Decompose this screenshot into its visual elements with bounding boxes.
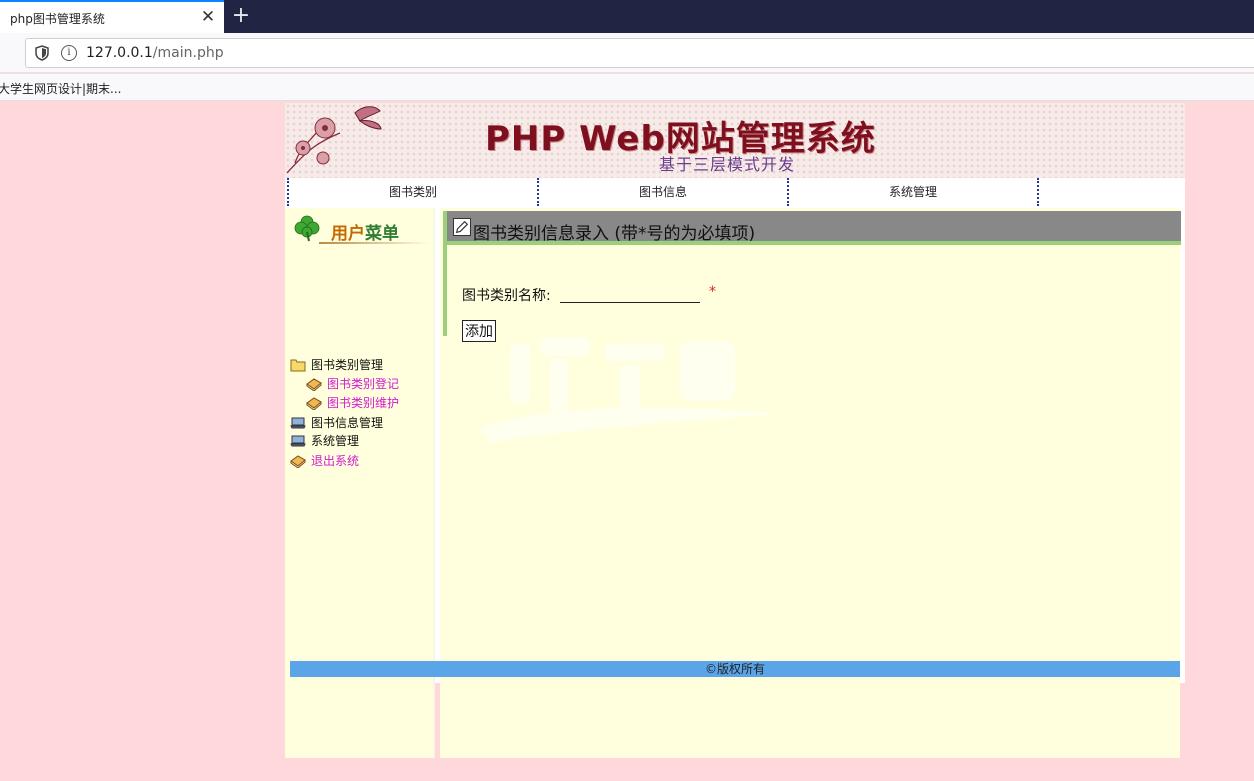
browser-tab[interactable]: php图书管理系统 ✕ <box>0 0 224 33</box>
required-mark: * <box>709 284 716 300</box>
form-title: 图书类别信息录入 (带*号的为必填项) <box>473 224 756 244</box>
nav-item-book-category[interactable]: 图书类别 <box>287 178 537 206</box>
sidebar-item-label: 图书信息管理 <box>311 416 384 430</box>
menu-underline <box>319 242 429 244</box>
sidebar-item-label: 系统管理 <box>311 434 360 448</box>
sidebar-item-label: 图书类别登记 <box>327 377 400 391</box>
computer-icon <box>290 435 306 447</box>
nav-item-system-management[interactable]: 系统管理 <box>787 178 1037 206</box>
book-icon <box>306 378 322 391</box>
category-name-label: 图书类别名称: <box>462 288 551 304</box>
info-icon[interactable]: i <box>61 45 77 61</box>
url-path: /main.php <box>152 45 224 61</box>
browser-tab-bar: php图书管理系统 ✕ + <box>0 0 1254 33</box>
nav-divider <box>1037 178 1039 206</box>
edit-icon <box>453 218 471 236</box>
book-icon <box>290 455 306 468</box>
sidebar-item-label: 图书类别管理 <box>311 358 384 372</box>
folder-icon <box>290 359 306 372</box>
url-text[interactable]: 127.0.0.1/main.php <box>86 45 224 61</box>
footer: ©版权所有 <box>290 661 1180 677</box>
shield-icon <box>35 45 49 61</box>
top-navigation: 图书类别 图书信息 系统管理 <box>285 178 1185 206</box>
bookmark-item[interactable]: 大学生网页设计|期末... <box>0 80 122 97</box>
close-icon[interactable]: ✕ <box>198 6 218 28</box>
sidebar-item-label: 图书类别维护 <box>327 396 400 410</box>
tab-title: php图书管理系统 <box>10 12 105 26</box>
menu-title-part2: 菜单 <box>365 224 399 244</box>
page-container: PHP Web网站管理系统 基于三层模式开发 图书类别 图书信息 系统管理 用户… <box>285 103 1185 758</box>
form-header: 图书类别信息录入 (带*号的为必填项) <box>447 211 1181 245</box>
clover-icon <box>294 215 320 242</box>
browser-navigation-bar: i 127.0.0.1/main.php <box>0 33 1254 73</box>
menu-title-part1: 用户 <box>331 224 365 244</box>
sidebar-item-label: 退出系统 <box>311 454 360 468</box>
category-name-input[interactable] <box>560 283 700 303</box>
form-panel: 图书类别信息录入 (带*号的为必填项) 图书类别名称: * 添加 <box>443 211 1181 342</box>
bookmarks-bar: 大学生网页设计|期末... <box>0 74 1254 101</box>
new-tab-icon[interactable]: + <box>230 3 252 29</box>
book-icon <box>306 397 322 410</box>
site-banner: PHP Web网站管理系统 基于三层模式开发 <box>285 103 1185 178</box>
menu-title: 用户菜单 <box>331 219 399 244</box>
watermark-logo <box>480 338 770 443</box>
address-bar[interactable]: i 127.0.0.1/main.php <box>25 38 1254 68</box>
banner-subtitle: 基于三层模式开发 <box>659 155 796 174</box>
nav-item-book-info[interactable]: 图书信息 <box>537 178 787 206</box>
url-host: 127.0.0.1 <box>86 45 153 61</box>
flower-decoration <box>286 106 382 174</box>
menu-header: 用户菜单 <box>293 214 429 244</box>
computer-icon <box>290 417 306 429</box>
